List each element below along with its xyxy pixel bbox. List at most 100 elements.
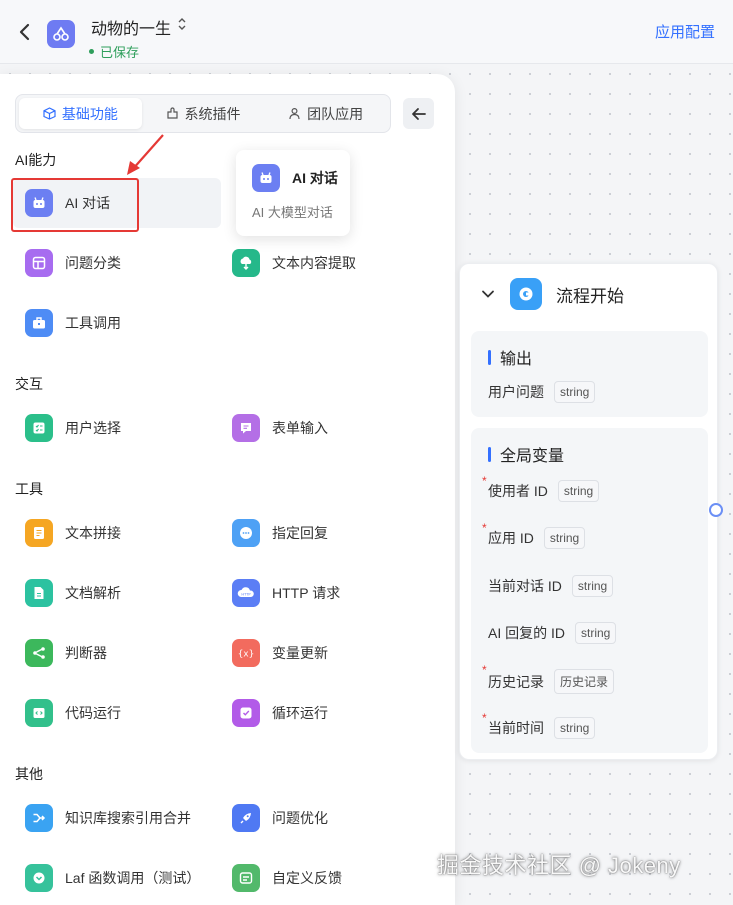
app-config-link[interactable]: 应用配置: [655, 21, 715, 42]
tab-plugins-label: 系统插件: [184, 105, 241, 122]
chevron-down-icon[interactable]: [480, 286, 496, 302]
top-header: 动物的一生 已保存 应用配置: [0, 0, 733, 64]
module-doc-parse-label: 文档解析: [65, 585, 121, 601]
module-loop-run-label: 循环运行: [272, 705, 328, 721]
module-custom-feedback[interactable]: 自定义反馈: [220, 853, 415, 903]
var-type-tag: string: [554, 717, 596, 739]
module-form-input[interactable]: 表单输入: [220, 403, 415, 453]
chevron-left-icon: [19, 23, 30, 41]
module-http-request[interactable]: HTTP HTTP 请求: [220, 568, 415, 618]
laf-icon: [25, 864, 53, 892]
plugin-icon: [166, 107, 178, 119]
module-var-update-label: 变量更新: [272, 645, 328, 661]
module-custom-feedback-label: 自定义反馈: [272, 870, 342, 886]
collapse-panel-button[interactable]: [403, 98, 434, 129]
required-mark: *: [482, 663, 487, 677]
var-row: 用户问题 string: [488, 381, 596, 403]
back-button[interactable]: [14, 20, 36, 44]
module-ai-chat[interactable]: AI 对话: [13, 178, 221, 228]
module-user-select[interactable]: 用户选择: [13, 403, 208, 453]
global-title: 全局变量: [488, 442, 564, 466]
module-panel: 基础功能 系统插件 团队应用 AI能力 AI 对话 问题分类 文本内容提取 工具…: [0, 74, 455, 905]
var-label: 当前时间: [488, 720, 544, 736]
person-icon: [289, 107, 300, 120]
global-vars-box: 全局变量 * 使用者 ID string * 应用 ID string 当前对话…: [471, 428, 708, 753]
code-icon: [25, 699, 53, 727]
annotation-arrow: [127, 134, 164, 175]
app-title[interactable]: 动物的一生: [91, 15, 171, 39]
module-question-classify[interactable]: 问题分类: [13, 238, 208, 288]
module-doc-parse[interactable]: 文档解析: [13, 568, 208, 618]
required-mark: *: [482, 521, 487, 535]
var-label: 用户问题: [488, 384, 544, 400]
variable-icon: {x}: [232, 639, 260, 667]
saved-label: 已保存: [100, 45, 140, 60]
document-icon: [25, 519, 53, 547]
node-title: 流程开始: [556, 286, 624, 306]
var-row: * 历史记录 历史记录: [482, 663, 615, 694]
module-tool-call[interactable]: 工具调用: [13, 298, 208, 348]
var-label: 应用 ID: [488, 530, 534, 546]
tab-team-apps-label: 团队应用: [307, 105, 364, 122]
form-icon: [232, 414, 260, 442]
module-user-select-label: 用户选择: [65, 420, 121, 436]
var-type-tag: string: [575, 622, 617, 644]
module-laf-call[interactable]: Laf 函数调用（测试）: [13, 853, 208, 903]
tab-plugins[interactable]: 系统插件: [142, 98, 265, 129]
tooltip-description: AI 大模型对话: [252, 205, 333, 220]
output-title-label: 输出: [500, 351, 533, 368]
module-question-classify-label: 问题分类: [65, 255, 121, 271]
feedback-icon: [232, 864, 260, 892]
robot-icon: [25, 189, 53, 217]
robot-icon: [252, 164, 280, 192]
var-type-tag: string: [571, 575, 614, 597]
var-row: * 应用 ID string: [482, 521, 586, 549]
module-specified-reply-label: 指定回复: [272, 525, 328, 541]
module-kb-merge[interactable]: 知识库搜索引用合并: [13, 793, 208, 843]
tab-team-apps[interactable]: 团队应用: [264, 98, 387, 129]
section-other: 其他: [15, 766, 43, 782]
var-type-tag: string: [557, 480, 600, 502]
var-label: 使用者 ID: [488, 483, 548, 499]
module-http-request-label: HTTP 请求: [272, 585, 341, 601]
module-text-extract[interactable]: 文本内容提取: [220, 238, 415, 288]
app-logo-icon: [53, 26, 69, 41]
tab-basic[interactable]: 基础功能: [19, 98, 142, 129]
module-question-optimize-label: 问题优化: [272, 810, 328, 826]
merge-icon: [25, 804, 53, 832]
section-interaction: 交互: [15, 376, 43, 392]
title-switch-button[interactable]: [176, 16, 188, 32]
module-loop-run[interactable]: 循环运行: [220, 688, 415, 738]
checklist-icon: [25, 414, 53, 442]
section-ai: AI能力: [15, 152, 57, 168]
module-judge-label: 判断器: [65, 645, 107, 661]
module-text-concat-label: 文本拼接: [65, 525, 121, 541]
node-output-handle[interactable]: [709, 503, 723, 517]
var-row: * 使用者 ID string: [482, 474, 600, 502]
module-question-optimize[interactable]: 问题优化: [220, 793, 415, 843]
watermark: 掘金技术社区 @ Jokeny: [437, 853, 681, 878]
module-tabs: 基础功能 系统插件 团队应用: [15, 94, 391, 133]
saved-status: 已保存: [89, 42, 139, 61]
var-row: * 当前时间 string: [482, 711, 596, 739]
module-judge[interactable]: 判断器: [13, 628, 208, 678]
section-tools: 工具: [15, 481, 43, 497]
flow-start-icon: [510, 278, 542, 310]
required-mark: *: [482, 711, 487, 725]
module-var-update[interactable]: {x} 变量更新: [220, 628, 415, 678]
status-dot: [89, 49, 94, 54]
loop-icon: [232, 699, 260, 727]
global-title-label: 全局变量: [500, 448, 565, 465]
node-header: 流程开始: [480, 278, 624, 310]
module-text-concat[interactable]: 文本拼接: [13, 508, 208, 558]
output-box: 输出 用户问题 string: [471, 331, 708, 417]
flow-start-node[interactable]: 流程开始 输出 用户问题 string 全局变量 * 使用者 ID string…: [459, 263, 718, 760]
tooltip-header: AI 对话: [252, 164, 350, 192]
module-code-run[interactable]: 代码运行: [13, 688, 208, 738]
module-ai-chat-label: AI 对话: [65, 195, 111, 211]
module-specified-reply[interactable]: 指定回复: [220, 508, 415, 558]
tab-basic-label: 基础功能: [61, 105, 118, 122]
var-type-tag: string: [554, 381, 596, 403]
var-label: AI 回复的 ID: [488, 625, 566, 641]
tooltip-title: AI 对话: [292, 170, 338, 186]
